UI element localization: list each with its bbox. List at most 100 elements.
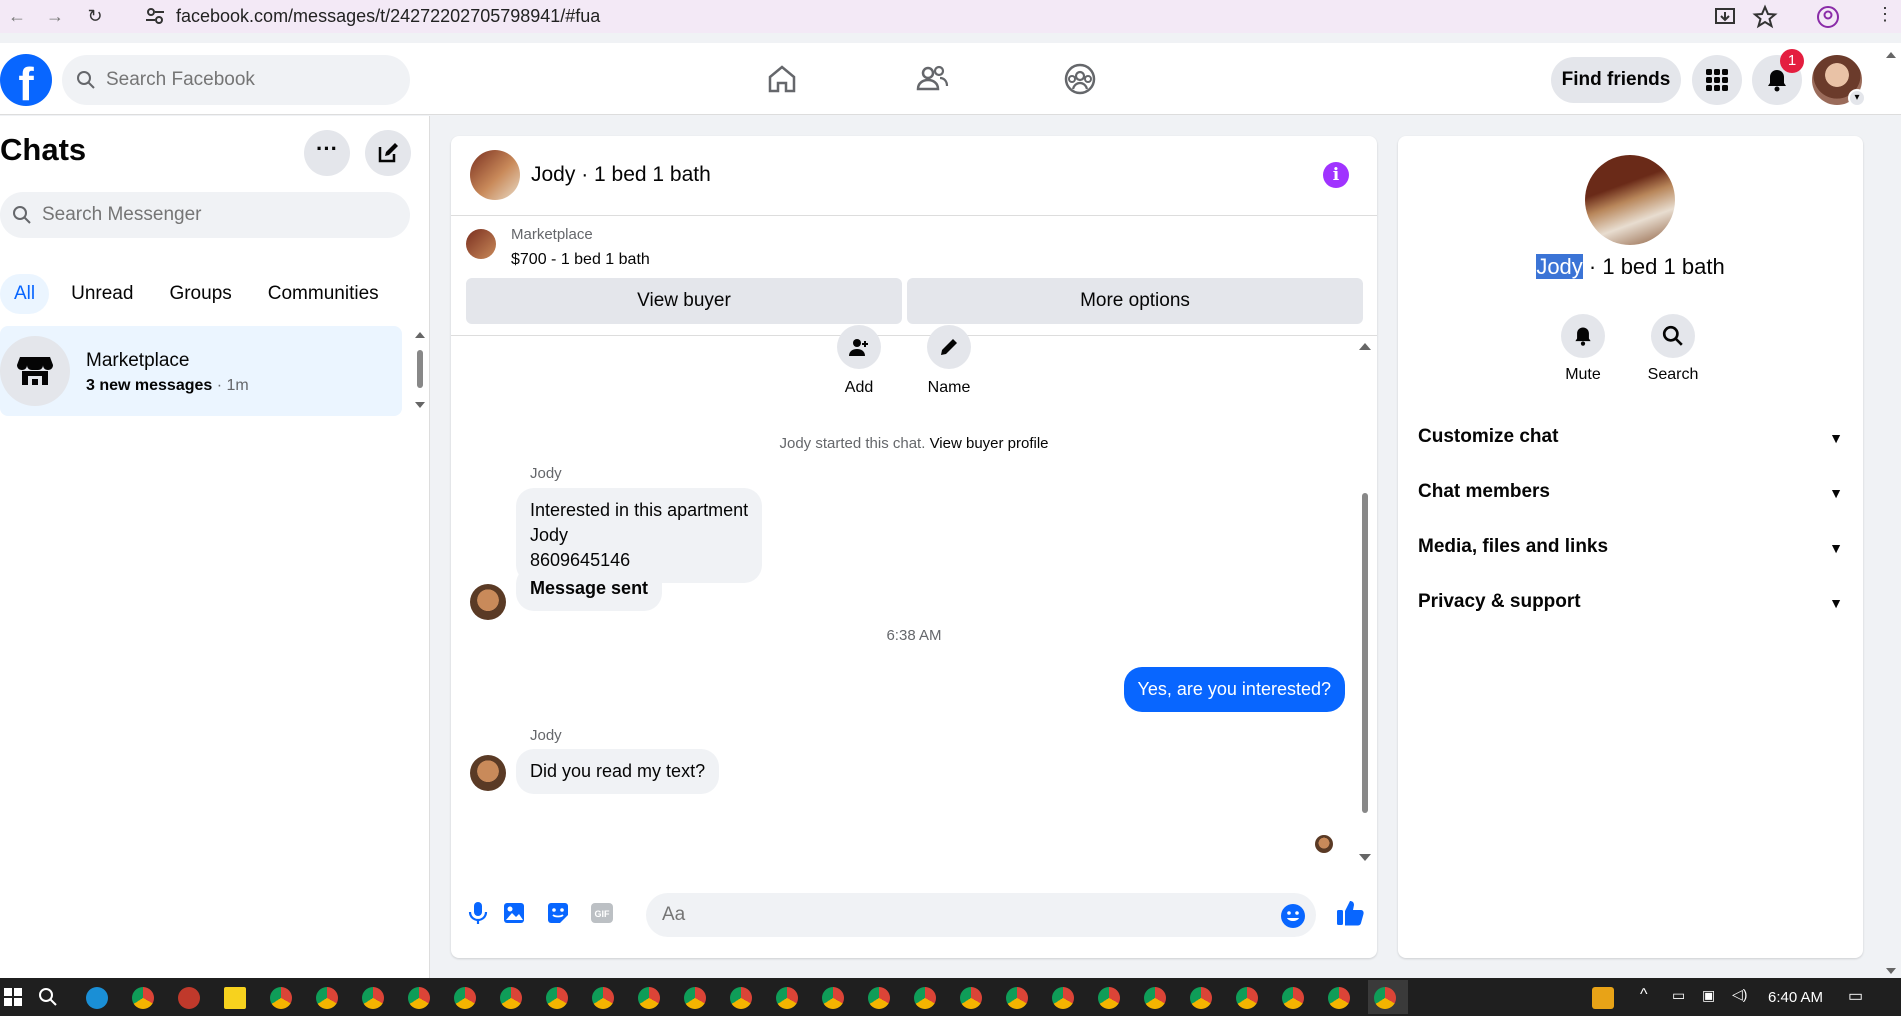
media-files-links-section[interactable]: Media, files and links ▼ (1418, 536, 1843, 576)
chrome-icon[interactable] (454, 987, 476, 1009)
chat-members-section[interactable]: Chat members ▼ (1418, 481, 1843, 521)
chevron-down-icon: ▼ (1829, 540, 1843, 556)
chrome-icon[interactable] (638, 987, 660, 1009)
message-bubble[interactable]: Did you read my text? (516, 749, 720, 794)
chat-options-button[interactable]: ··· (304, 130, 350, 176)
search-action[interactable]: Search (1633, 314, 1713, 384)
chrome-icon[interactable] (1144, 987, 1166, 1009)
chrome-icon[interactable] (546, 987, 568, 1009)
filter-unread[interactable]: Unread (57, 274, 147, 314)
more-options-button[interactable]: More options (907, 278, 1363, 324)
sidebar-scrollbar[interactable] (414, 330, 426, 410)
browser-profile-icon[interactable] (1815, 4, 1841, 30)
emoji-icon[interactable] (1280, 903, 1306, 929)
account-avatar[interactable]: ▾ (1812, 55, 1866, 107)
url-text[interactable]: facebook.com/messages/t/2427220270579894… (176, 6, 600, 27)
back-icon[interactable]: ← (6, 6, 28, 27)
chrome-icon[interactable] (1006, 987, 1028, 1009)
chrome-icon[interactable] (132, 987, 154, 1009)
chrome-icon[interactable] (960, 987, 982, 1009)
chrome-icon[interactable] (592, 987, 614, 1009)
groups-icon[interactable] (1062, 61, 1098, 97)
display-icon[interactable]: ▣ (1702, 987, 1715, 1004)
chrome-icon[interactable] (270, 987, 292, 1009)
chat-list-item[interactable]: Marketplace 3 new messages · 1m (0, 326, 402, 416)
chrome-icon[interactable] (1328, 987, 1350, 1009)
add-people-action[interactable]: Add (819, 325, 899, 397)
chrome-icon[interactable] (730, 987, 752, 1009)
message-input-box[interactable] (646, 893, 1316, 937)
page-scrollbar[interactable] (1884, 50, 1898, 976)
microphone-icon[interactable] (465, 900, 491, 926)
chrome-icon[interactable] (362, 987, 384, 1009)
volume-icon[interactable]: ◁) (1732, 986, 1747, 1003)
chrome-icon[interactable] (868, 987, 890, 1009)
listing-avatar[interactable] (1585, 155, 1675, 245)
menu-grid-button[interactable] (1692, 55, 1742, 105)
mute-action[interactable]: Mute (1543, 314, 1623, 384)
chrome-icon[interactable] (408, 987, 430, 1009)
search-label: Search (1647, 366, 1699, 383)
message-input[interactable] (662, 904, 1222, 926)
edge-icon[interactable] (86, 987, 108, 1009)
view-buyer-button[interactable]: View buyer (466, 278, 902, 324)
chrome-icon[interactable] (316, 987, 338, 1009)
network-icon[interactable]: ▭ (1672, 987, 1685, 1004)
sender-name: Jody (530, 727, 562, 744)
facebook-search-input[interactable] (106, 69, 386, 91)
sticker-icon[interactable] (545, 900, 571, 926)
message-timestamp: 6:38 AM (886, 627, 942, 644)
gif-icon[interactable]: GIF (589, 900, 615, 926)
windows-start-icon[interactable] (4, 988, 22, 1006)
chrome-icon[interactable] (1236, 987, 1258, 1009)
chrome-icon[interactable] (1098, 987, 1120, 1009)
photo-icon[interactable] (501, 900, 527, 926)
chrome-icon[interactable] (822, 987, 844, 1009)
my-message-bubble[interactable]: Yes, are you interested? (1123, 667, 1345, 712)
search-icon[interactable] (38, 987, 58, 1007)
filter-all[interactable]: All (0, 274, 50, 314)
privacy-support-section[interactable]: Privacy & support ▼ (1418, 591, 1843, 631)
chrome-icon[interactable] (500, 987, 522, 1009)
filter-communities[interactable]: Communities (254, 274, 393, 314)
thread-scrollbar[interactable] (1357, 339, 1373, 865)
chevron-up-icon[interactable]: ^ (1640, 986, 1648, 1004)
info-icon[interactable]: i (1323, 162, 1349, 188)
find-friends-button[interactable]: Find friends (1551, 57, 1681, 103)
name-chat-action[interactable]: Name (909, 325, 989, 397)
friends-icon[interactable] (914, 61, 950, 97)
notification-center-icon[interactable]: ▭ (1848, 986, 1863, 1006)
facebook-logo[interactable]: f (0, 54, 52, 106)
message-bubble[interactable]: Message sent (516, 566, 663, 611)
sender-avatar[interactable] (470, 584, 506, 620)
chrome-icon[interactable] (1190, 987, 1212, 1009)
address-bar[interactable]: facebook.com/messages/t/2427220270579894… (136, 2, 1736, 31)
facebook-search[interactable] (62, 55, 410, 105)
install-app-icon[interactable] (1712, 4, 1738, 30)
bookmark-star-icon[interactable] (1752, 4, 1778, 30)
sender-avatar[interactable] (470, 755, 506, 791)
chrome-icon[interactable] (684, 987, 706, 1009)
app-icon[interactable] (178, 987, 200, 1009)
filter-groups[interactable]: Groups (155, 274, 245, 314)
chrome-icon[interactable] (1052, 987, 1074, 1009)
customize-chat-section[interactable]: Customize chat ▼ (1418, 426, 1843, 466)
conversation-title[interactable]: Jody · 1 bed 1 bath (531, 163, 711, 187)
thumbs-up-icon[interactable] (1335, 898, 1365, 928)
browser-menu-icon[interactable]: ⋮ (1874, 4, 1896, 25)
chrome-icon[interactable] (776, 987, 798, 1009)
new-message-button[interactable] (365, 130, 411, 176)
view-buyer-profile-link[interactable]: View buyer profile (930, 435, 1049, 452)
forward-icon[interactable]: → (44, 6, 66, 27)
conversation-avatar[interactable] (470, 150, 520, 200)
chrome-icon[interactable] (1282, 987, 1304, 1009)
messenger-search-input[interactable] (42, 204, 382, 226)
messenger-search[interactable] (0, 192, 410, 238)
sticky-notes-icon[interactable] (224, 987, 246, 1009)
listing-title[interactable]: $700 - 1 bed 1 bath (511, 251, 650, 269)
tray-app-icon[interactable] (1592, 987, 1614, 1009)
chrome-icon[interactable] (1374, 987, 1396, 1009)
chrome-icon[interactable] (914, 987, 936, 1009)
home-icon[interactable] (764, 61, 800, 97)
reload-icon[interactable]: ↻ (84, 6, 106, 27)
